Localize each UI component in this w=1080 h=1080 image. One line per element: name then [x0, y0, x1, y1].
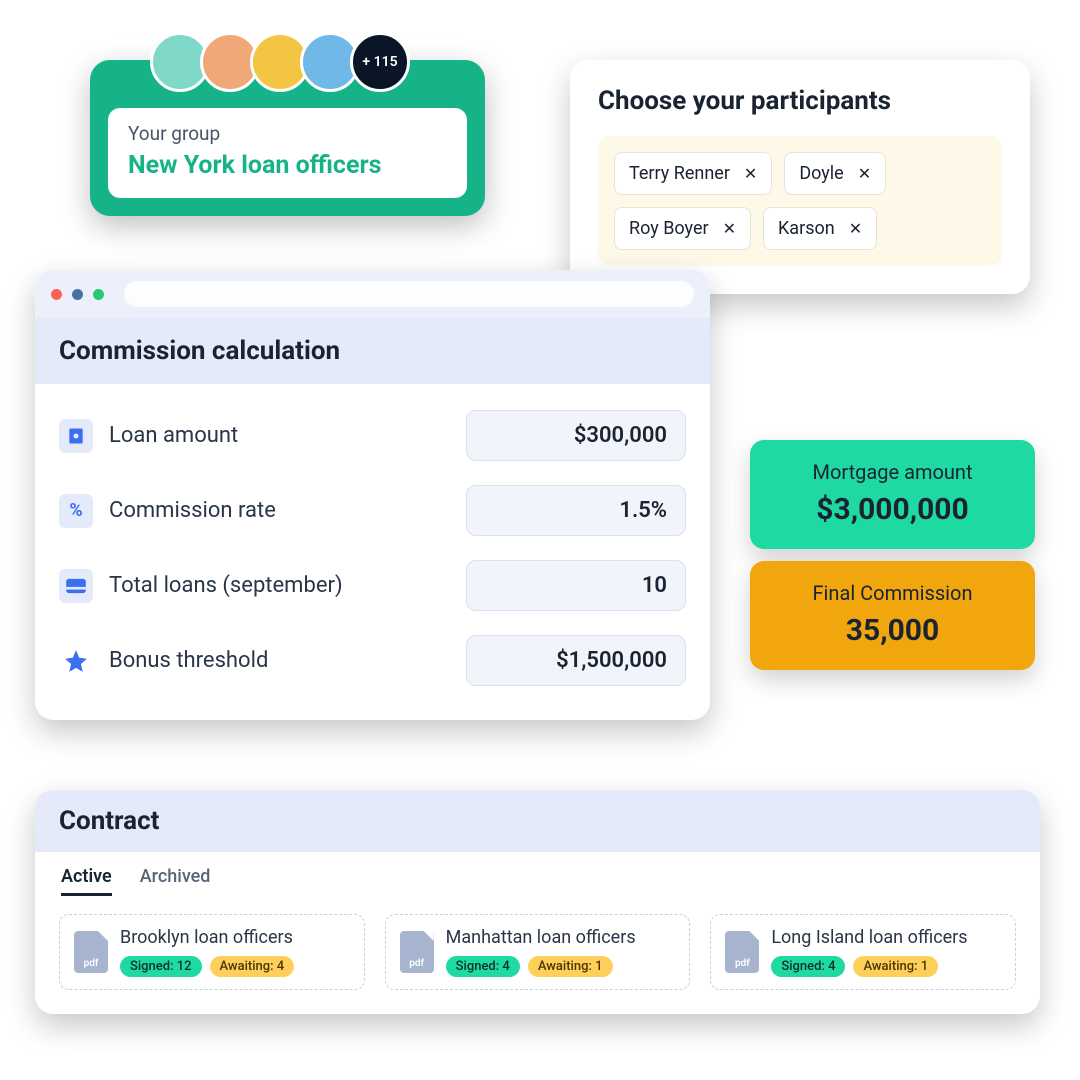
awaiting-badge: Awaiting: 1	[853, 956, 938, 977]
participant-chip[interactable]: Doyle ✕	[784, 152, 886, 195]
calc-row-bonus-threshold: Bonus threshold $1,500,000	[59, 623, 686, 698]
participants-chip-area: Terry Renner ✕ Doyle ✕ Roy Boyer ✕ Karso…	[598, 136, 1002, 266]
calc-rows: Loan amount $300,000 % Commission rate 1…	[35, 384, 710, 720]
result-label: Mortgage amount	[768, 460, 1017, 484]
pdf-file-icon: pdf	[400, 931, 434, 973]
calc-value-input[interactable]: 1.5%	[466, 485, 686, 536]
contract-item[interactable]: pdf Brooklyn loan officers Signed: 12 Aw…	[59, 914, 365, 990]
contract-items: pdf Brooklyn loan officers Signed: 12 Aw…	[35, 896, 1040, 1014]
window-titlebar	[35, 270, 710, 318]
group-name: New York loan officers	[128, 151, 447, 180]
calc-label: Commission rate	[109, 498, 466, 523]
close-icon[interactable]: ✕	[849, 219, 862, 238]
signed-badge: Signed: 4	[446, 956, 520, 977]
calc-label: Bonus threshold	[109, 648, 466, 673]
result-value: $3,000,000	[768, 492, 1017, 527]
tab-active[interactable]: Active	[61, 866, 112, 896]
contract-name: Manhattan loan officers	[446, 927, 676, 948]
avatar-overflow[interactable]: + 115	[350, 32, 410, 92]
group-card: + 115 Your group New York loan officers	[90, 60, 485, 216]
participants-title: Choose your participants	[598, 86, 1002, 116]
participant-chip[interactable]: Terry Renner ✕	[614, 152, 772, 195]
chip-label: Roy Boyer	[629, 218, 709, 239]
traffic-light-max-icon[interactable]	[93, 289, 104, 300]
calc-row-total-loans: Total loans (september) 10	[59, 548, 686, 623]
signed-badge: Signed: 4	[771, 956, 845, 977]
contract-item[interactable]: pdf Manhattan loan officers Signed: 4 Aw…	[385, 914, 691, 990]
participant-chip[interactable]: Karson ✕	[763, 207, 877, 250]
participants-card: Choose your participants Terry Renner ✕ …	[570, 60, 1030, 294]
awaiting-badge: Awaiting: 4	[210, 956, 295, 977]
pdf-file-icon: pdf	[725, 931, 759, 973]
final-commission-card: Final Commission 35,000	[750, 561, 1035, 670]
card-icon	[59, 569, 93, 603]
calc-value-input[interactable]: 10	[466, 560, 686, 611]
result-stack: Mortgage amount $3,000,000 Final Commiss…	[750, 440, 1035, 670]
chip-label: Doyle	[799, 163, 843, 184]
window-header: Commission calculation	[35, 318, 710, 384]
signed-badge: Signed: 12	[120, 956, 202, 977]
calc-label: Total loans (september)	[109, 573, 466, 598]
calc-row-loan-amount: Loan amount $300,000	[59, 398, 686, 473]
calc-value-input[interactable]: $1,500,000	[466, 635, 686, 686]
calc-row-commission-rate: % Commission rate 1.5%	[59, 473, 686, 548]
calc-label: Loan amount	[109, 423, 466, 448]
address-bar[interactable]	[124, 281, 694, 307]
traffic-light-close-icon[interactable]	[51, 289, 62, 300]
commission-window: Commission calculation Loan amount $300,…	[35, 270, 710, 720]
window-title: Commission calculation	[59, 336, 686, 366]
avatar-stack: + 115	[150, 32, 410, 92]
contract-header: Contract	[35, 790, 1040, 852]
contract-name: Long Island loan officers	[771, 927, 1001, 948]
money-icon	[59, 419, 93, 453]
percent-icon: %	[59, 494, 93, 528]
contract-name: Brooklyn loan officers	[120, 927, 350, 948]
result-label: Final Commission	[768, 581, 1017, 605]
close-icon[interactable]: ✕	[744, 164, 757, 183]
traffic-light-min-icon[interactable]	[72, 289, 83, 300]
contract-item[interactable]: pdf Long Island loan officers Signed: 4 …	[710, 914, 1016, 990]
group-label: Your group	[128, 122, 447, 145]
participant-chip[interactable]: Roy Boyer ✕	[614, 207, 751, 250]
pdf-file-icon: pdf	[74, 931, 108, 973]
tab-archived[interactable]: Archived	[140, 866, 211, 896]
chip-label: Karson	[778, 218, 835, 239]
close-icon[interactable]: ✕	[723, 219, 736, 238]
group-inner: Your group New York loan officers	[108, 108, 467, 198]
chip-label: Terry Renner	[629, 163, 730, 184]
calc-value-input[interactable]: $300,000	[466, 410, 686, 461]
result-value: 35,000	[768, 613, 1017, 648]
mortgage-amount-card: Mortgage amount $3,000,000	[750, 440, 1035, 549]
awaiting-badge: Awaiting: 1	[528, 956, 613, 977]
contract-tabs: Active Archived	[35, 852, 1040, 896]
contract-title: Contract	[59, 806, 1016, 836]
star-icon	[59, 644, 93, 678]
contract-card: Contract Active Archived pdf Brooklyn lo…	[35, 790, 1040, 1014]
close-icon[interactable]: ✕	[858, 164, 871, 183]
